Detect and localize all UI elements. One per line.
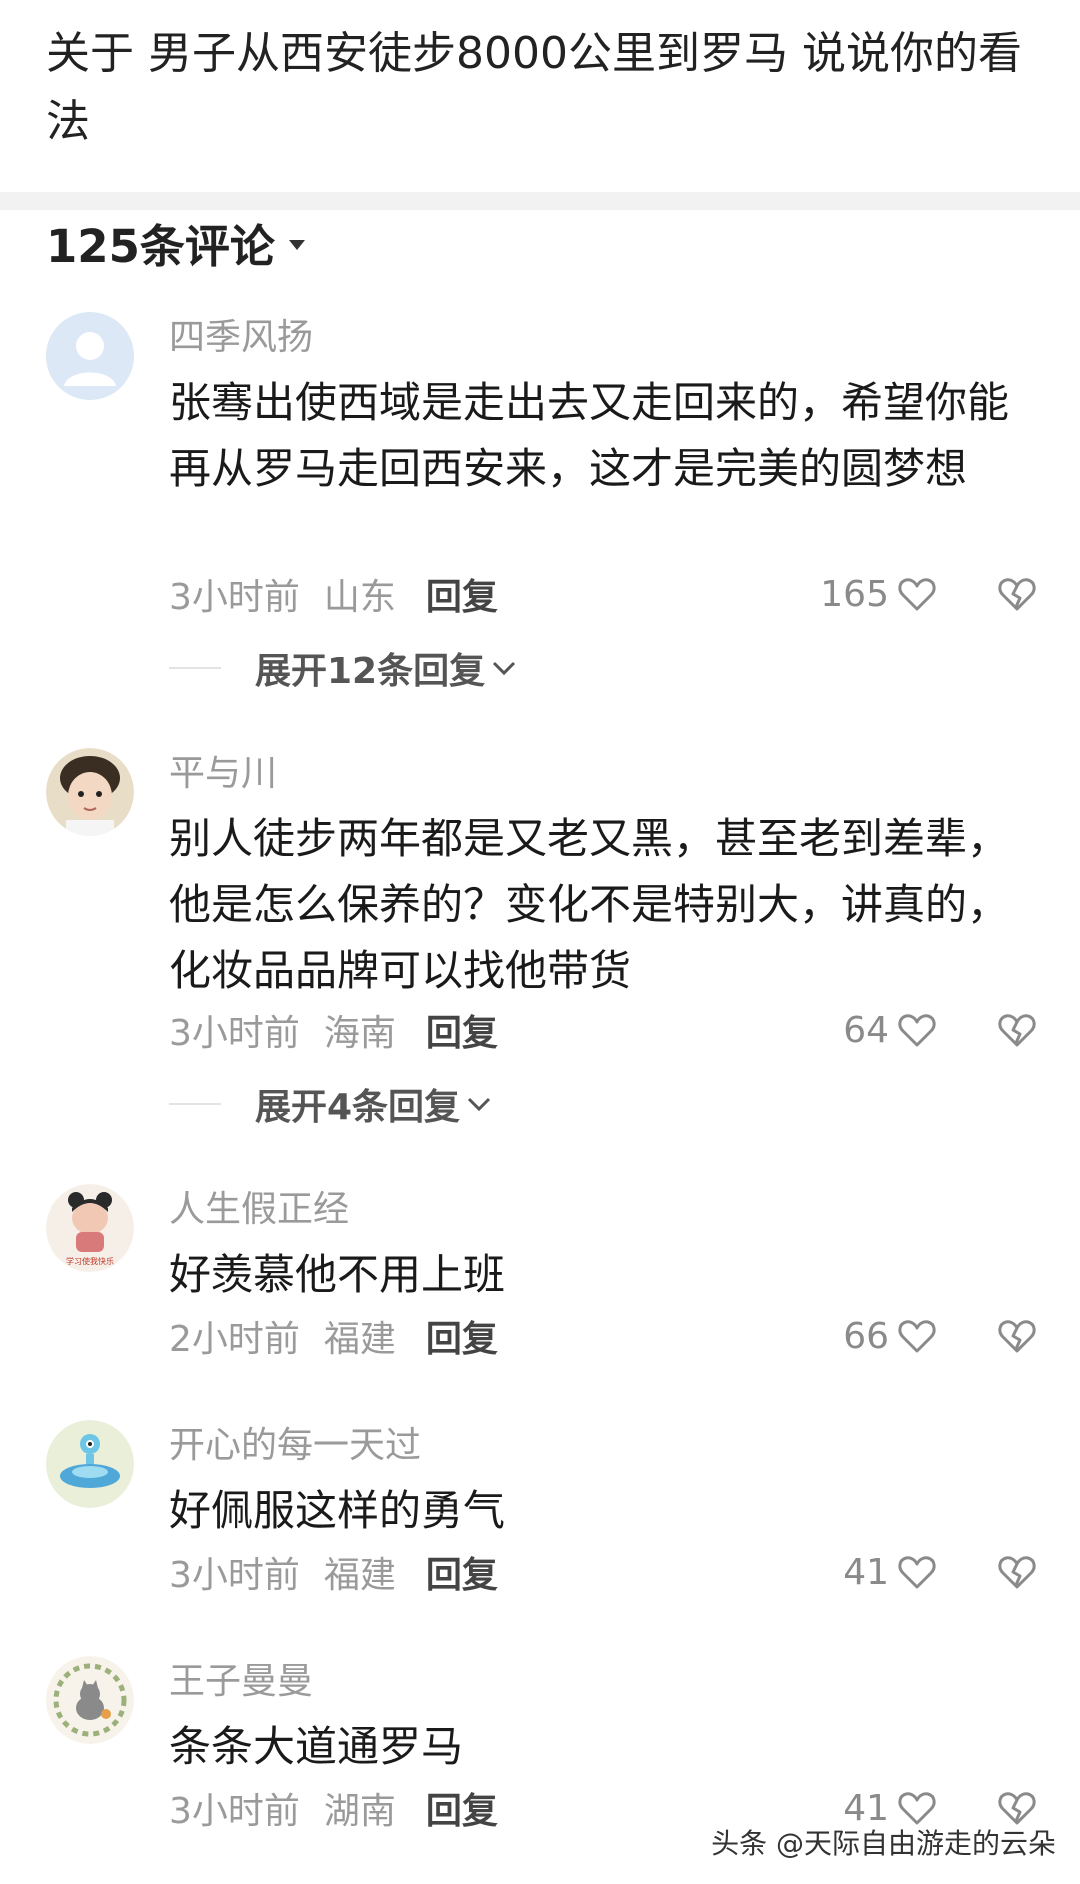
- comment-time: 3小时前: [169, 1013, 300, 1054]
- like-button[interactable]: 165: [820, 566, 939, 622]
- comments-count: 125条评论: [46, 219, 275, 273]
- comments-sort-toggle[interactable]: 125条评论: [46, 212, 305, 273]
- comment-location: 山东: [323, 577, 396, 618]
- like-count: 66: [843, 1315, 889, 1357]
- expand-divider-line: [169, 1103, 221, 1105]
- comment-time: 3小时前: [169, 577, 300, 618]
- like-button[interactable]: 64: [843, 1002, 939, 1058]
- comment-text: 别人徒步两年都是又老又黑，甚至老到差辈，他是怎么保养的？变化不是特别大，讲真的，…: [169, 814, 1010, 995]
- broken-heart-icon[interactable]: [995, 572, 1039, 616]
- comment-location: 湖南: [323, 1791, 396, 1832]
- avatar[interactable]: [46, 1420, 134, 1508]
- heart-icon: [895, 1008, 939, 1052]
- comment-text: 好佩服这样的勇气: [169, 1486, 506, 1535]
- caret-down-icon: [288, 240, 305, 250]
- heart-icon: [895, 572, 939, 616]
- comment-meta: 2小时前 福建 回复 66: [169, 1308, 1039, 1364]
- like-count: 41: [843, 1551, 889, 1593]
- expand-replies-label: 展开4条回复: [255, 1087, 461, 1128]
- like-count: 64: [843, 1009, 889, 1051]
- expand-replies-button[interactable]: 展开4条回复: [169, 1076, 494, 1132]
- reply-button[interactable]: 回复: [426, 1782, 498, 1834]
- avatar[interactable]: 学习使我快乐: [46, 1184, 134, 1272]
- comment-text: 张骞出使西域是走出去又走回来的，希望你能再从罗马走回西安来，这才是完美的圆梦想: [169, 378, 1010, 493]
- avatar[interactable]: [46, 748, 134, 836]
- broken-heart-icon[interactable]: [995, 1008, 1039, 1052]
- comment-location: 福建: [323, 1555, 396, 1596]
- expand-replies-button[interactable]: 展开12条回复: [169, 640, 519, 696]
- comment-text: 条条大道通罗马: [169, 1722, 464, 1771]
- comment-location: 福建: [323, 1319, 396, 1360]
- cat-wreath-avatar-icon: [46, 1656, 134, 1744]
- comment-text: 好羡慕他不用上班: [169, 1250, 506, 1299]
- chevron-down-icon: [485, 656, 519, 680]
- avatar[interactable]: [46, 1656, 134, 1744]
- like-count: 165: [820, 573, 889, 615]
- broken-heart-icon[interactable]: [995, 1314, 1039, 1358]
- reply-button[interactable]: 回复: [426, 568, 498, 620]
- chevron-down-icon: [460, 1092, 494, 1116]
- avatar[interactable]: [46, 312, 134, 400]
- heart-icon: [895, 1314, 939, 1358]
- section-divider: [0, 192, 1080, 210]
- username[interactable]: 王子曼曼: [169, 1656, 313, 1708]
- ufo-cartoon-avatar-icon: [46, 1420, 134, 1508]
- comment-meta: 3小时前 海南 回复 64: [169, 1002, 1039, 1058]
- username[interactable]: 平与川: [169, 748, 277, 800]
- reply-button[interactable]: 回复: [426, 1546, 498, 1598]
- comment-time: 3小时前: [169, 1555, 300, 1596]
- expand-replies-label: 展开12条回复: [255, 651, 486, 692]
- avatar-caption: 学习使我快乐: [66, 1256, 114, 1266]
- comment-time: 2小时前: [169, 1319, 300, 1360]
- watermark: 头条 @天际自由游走的云朵: [711, 1827, 1056, 1860]
- broken-heart-icon[interactable]: [995, 1550, 1039, 1594]
- username[interactable]: 四季风扬: [169, 312, 313, 364]
- like-button[interactable]: 66: [843, 1308, 939, 1364]
- comment-meta: 3小时前 福建 回复 41: [169, 1544, 1039, 1600]
- reply-button[interactable]: 回复: [426, 1310, 498, 1362]
- topic-header: 关于 男子从西安徒步8000公里到罗马 说说你的看法: [0, 0, 1080, 190]
- cartoon-girl-avatar-icon: 学习使我快乐: [46, 1184, 134, 1272]
- child-photo-avatar-icon: [46, 748, 134, 836]
- heart-icon: [895, 1550, 939, 1594]
- comment-location: 海南: [323, 1013, 396, 1054]
- expand-divider-line: [169, 667, 221, 669]
- username[interactable]: 开心的每一天过: [169, 1420, 421, 1472]
- username[interactable]: 人生假正经: [169, 1184, 349, 1236]
- topic-title[interactable]: 关于 男子从西安徒步8000公里到罗马 说说你的看法: [46, 20, 1036, 156]
- comment-meta: 3小时前 山东 回复 165: [169, 566, 1039, 622]
- default-user-avatar-icon: [46, 312, 134, 400]
- reply-button[interactable]: 回复: [426, 1004, 498, 1056]
- comment-time: 3小时前: [169, 1791, 300, 1832]
- like-button[interactable]: 41: [843, 1544, 939, 1600]
